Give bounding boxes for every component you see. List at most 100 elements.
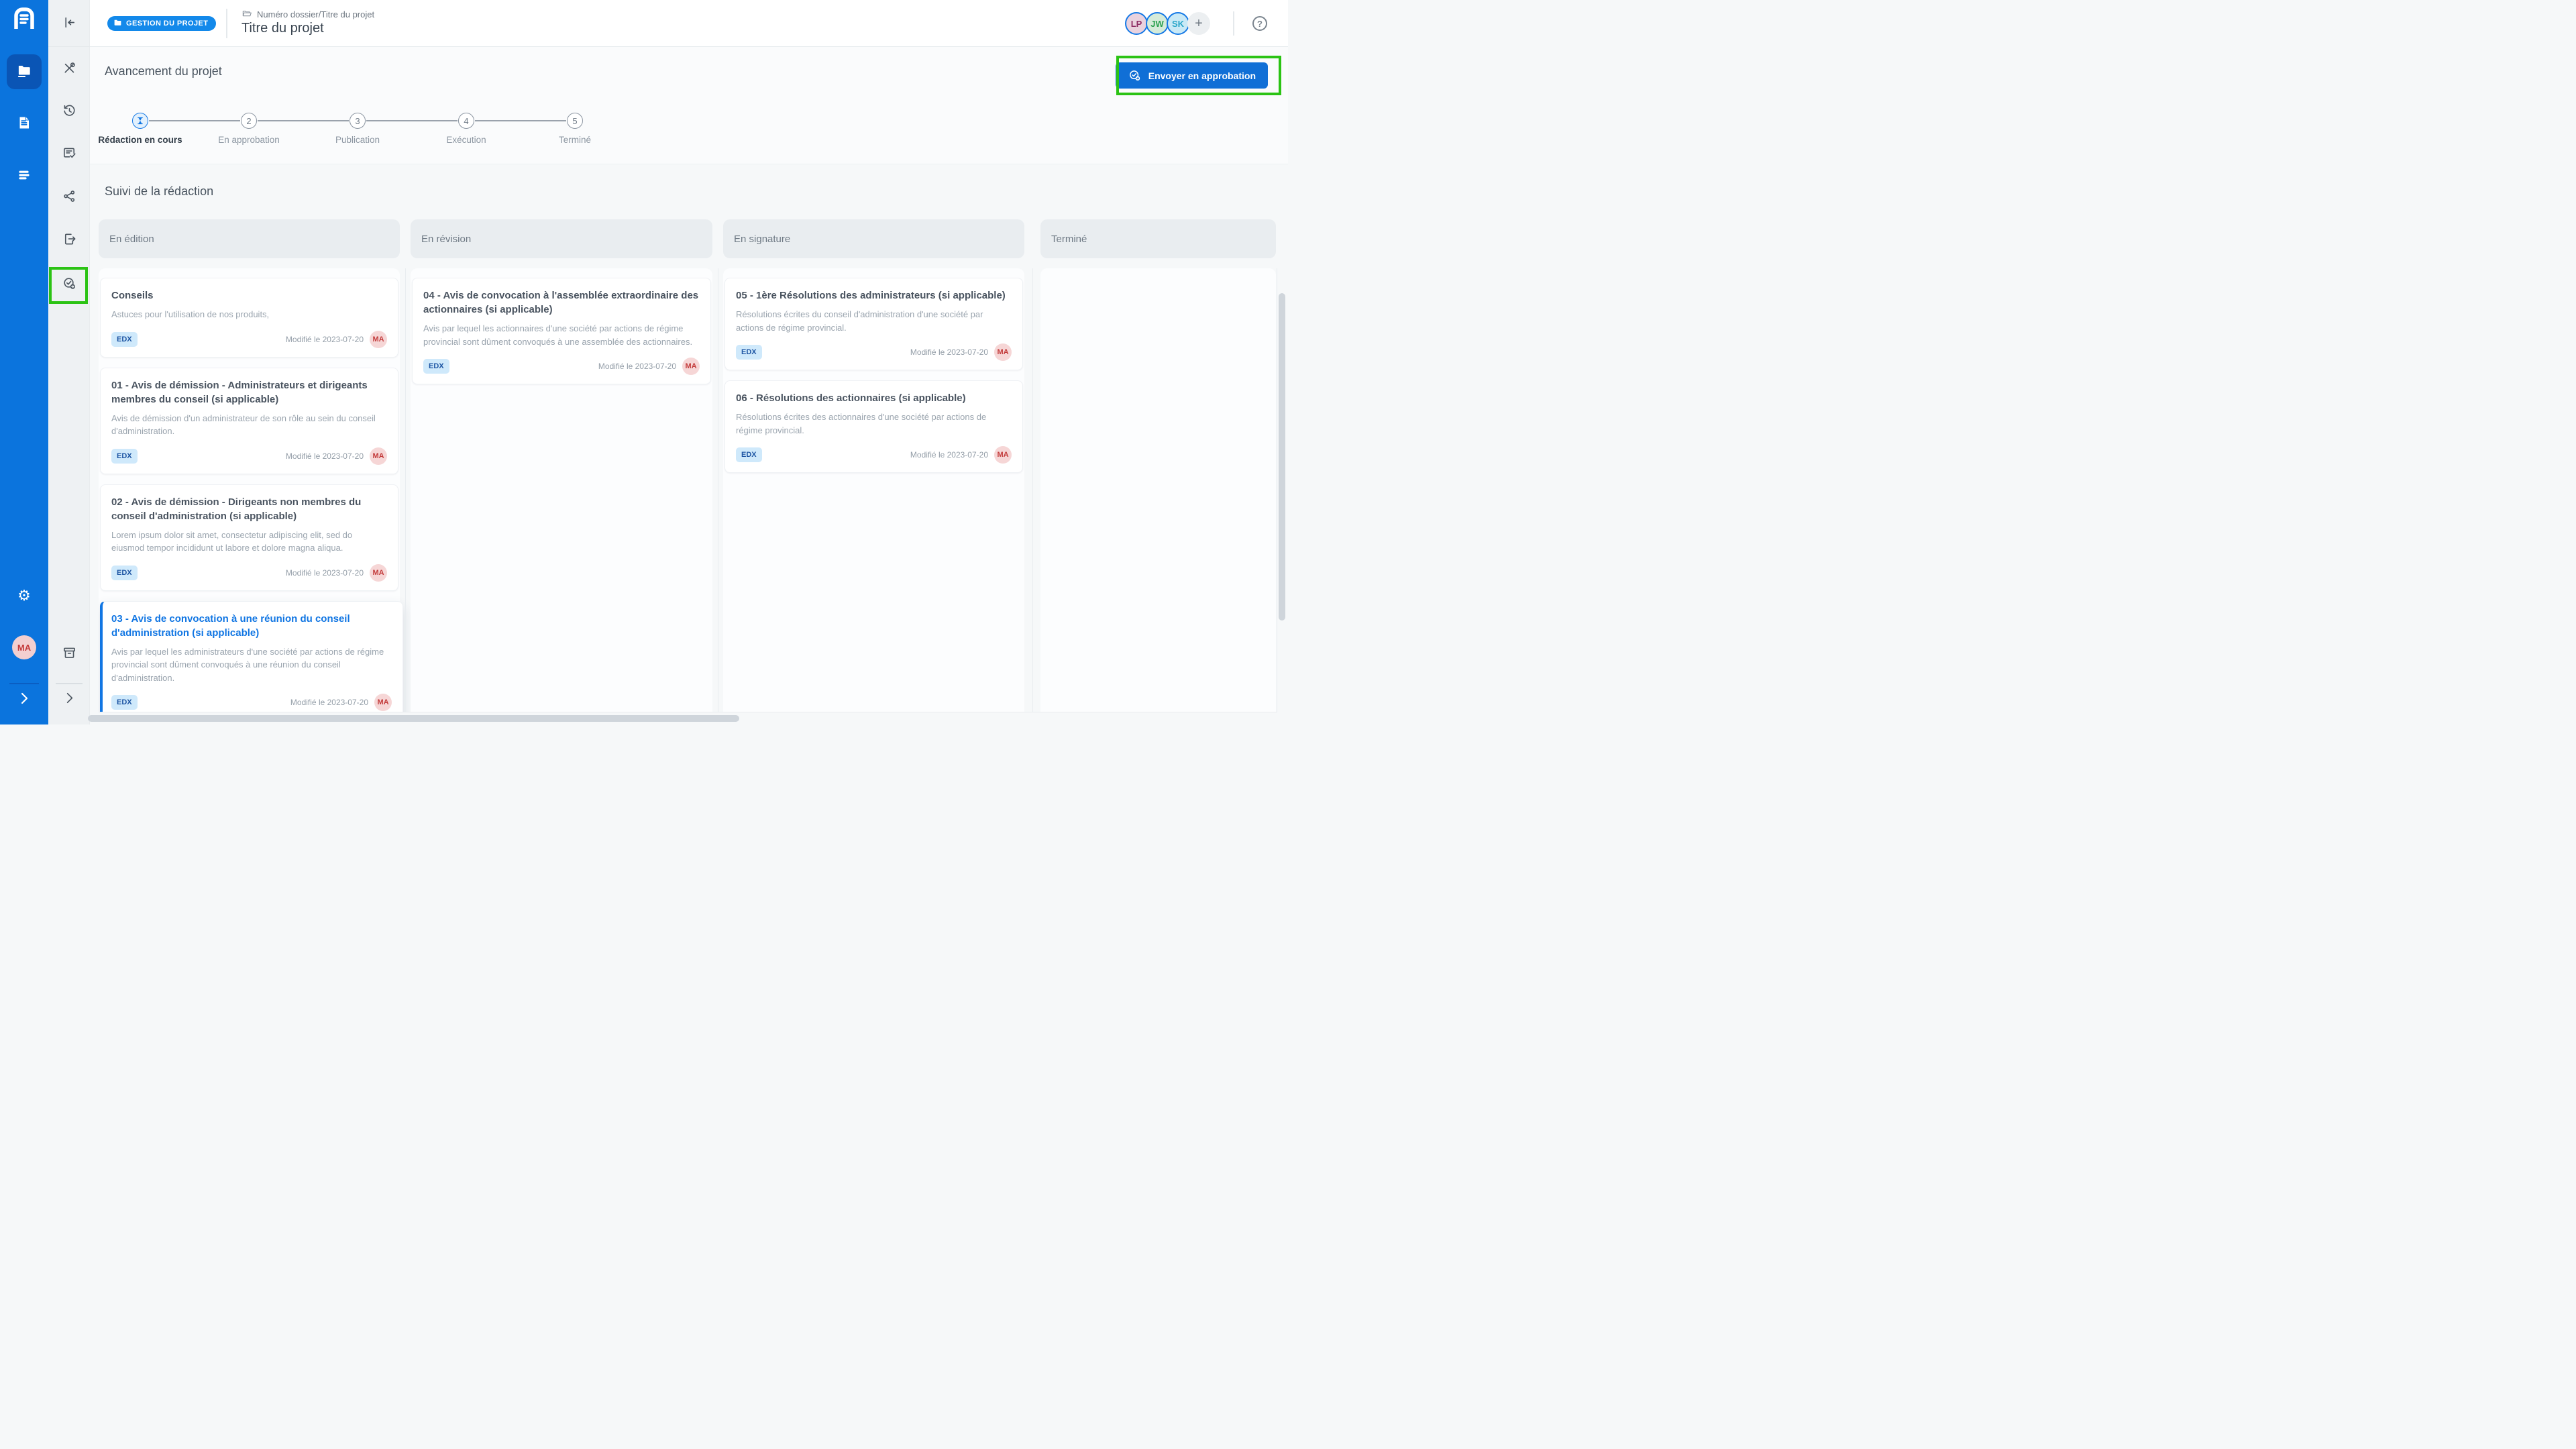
card-description: Avis par lequel les actionnaires d'une s… [423, 322, 700, 348]
avatar-lp[interactable]: LP [1125, 12, 1148, 35]
breadcrumb[interactable]: Numéro dossier/Titre du projet [241, 8, 374, 21]
folder-icon [113, 18, 122, 29]
card-owner-avatar[interactable]: MA [994, 446, 1012, 464]
card-meta: Modifié le 2023-07-20MA [286, 447, 387, 465]
project-tag-badge[interactable]: GESTION DU PROJET [107, 16, 216, 31]
kanban-column-2: En révision 04 - Avis de convocation à l'… [411, 219, 712, 712]
page-title: Titre du projet [241, 21, 324, 36]
export-icon [62, 231, 77, 250]
sidebar-item-projects-active[interactable] [7, 54, 42, 89]
tools-button[interactable] [48, 55, 90, 85]
column-header: En révision [411, 219, 712, 258]
share-icon [62, 189, 77, 207]
sidebar-item-settings[interactable]: ⚙ [0, 581, 48, 610]
share-button[interactable] [48, 183, 90, 213]
column-header: En signature [723, 219, 1024, 258]
export-button[interactable] [48, 226, 90, 256]
progress-step-2[interactable]: 2En approbation [195, 113, 303, 145]
card-description: Résolutions écrites du conseil d'adminis… [736, 308, 1012, 334]
column-body: ConseilsAstuces pour l'utilisation de no… [99, 268, 400, 712]
header-separator [226, 9, 227, 38]
card-description: Lorem ipsum dolor sit amet, consectetur … [111, 529, 387, 555]
document-card[interactable]: 01 - Avis de démission - Administrateurs… [100, 368, 398, 474]
progress-step-4[interactable]: 4Exécution [412, 113, 521, 145]
card-owner-avatar[interactable]: MA [370, 331, 387, 348]
avatar-sk[interactable]: SK [1167, 12, 1189, 35]
step-number: 3 [350, 113, 366, 129]
history-button[interactable] [48, 98, 90, 127]
app-logo[interactable] [11, 5, 38, 32]
card-tag-badge: EDX [111, 449, 138, 464]
help-button[interactable]: ? [1252, 16, 1267, 31]
secondary-sidebar-divider [56, 683, 83, 684]
header-separator [1233, 11, 1234, 36]
card-modified-date: Modifié le 2023-07-20 [910, 450, 988, 460]
step-number: 5 [567, 113, 583, 129]
card-owner-avatar[interactable]: MA [370, 564, 387, 582]
card-title: 04 - Avis de convocation à l'assemblée e… [423, 288, 700, 317]
progress-step-3[interactable]: 3Publication [303, 113, 412, 145]
gear-icon: ⚙ [17, 588, 31, 603]
add-collaborator-button[interactable]: + [1187, 12, 1210, 35]
card-owner-avatar[interactable]: MA [682, 358, 700, 375]
card-owner-avatar[interactable]: MA [994, 343, 1012, 361]
vertical-scrollbar[interactable] [1279, 293, 1285, 621]
archive-icon [62, 645, 77, 664]
avatar-jw[interactable]: JW [1146, 12, 1169, 35]
sidebar-divider [9, 683, 39, 684]
document-card[interactable]: 02 - Avis de démission - Dirigeants non … [100, 484, 398, 591]
card-title: 06 - Résolutions des actionnaires (si ap… [736, 391, 1012, 405]
card-description: Avis par lequel les administrateurs d'un… [111, 645, 392, 685]
user-avatar[interactable]: MA [12, 635, 36, 659]
secondary-sidebar [48, 0, 90, 724]
collaborator-avatars: LPJWSK+ [1127, 12, 1210, 35]
document-card[interactable]: ConseilsAstuces pour l'utilisation de no… [100, 278, 398, 358]
card-tag-badge: EDX [111, 332, 138, 347]
column-header: Terminé [1040, 219, 1276, 258]
project-progress-section: Avancement du projet Envoyer en approbat… [90, 47, 1288, 164]
column-divider [405, 268, 406, 712]
list-icon [16, 167, 32, 186]
card-tag-badge: EDX [736, 447, 762, 462]
card-meta: Modifié le 2023-07-20MA [286, 331, 387, 348]
folder-open-icon [241, 8, 252, 21]
document-card[interactable]: 05 - 1ère Résolutions des administrateur… [724, 278, 1023, 370]
card-owner-avatar[interactable]: MA [370, 447, 387, 465]
card-modified-date: Modifié le 2023-07-20 [910, 347, 988, 357]
card-modified-date: Modifié le 2023-07-20 [598, 362, 676, 371]
card-tag-badge: EDX [423, 359, 449, 374]
tools-icon [62, 60, 77, 79]
card-footer: EDXModifié le 2023-07-20MA [736, 343, 1012, 361]
card-meta: Modifié le 2023-07-20 MA [910, 343, 1012, 361]
send-approval-shortcut-button[interactable] [48, 270, 90, 300]
card-footer: EDX Modifié le 2023-07-20 MA [736, 446, 1012, 464]
collapse-sidebar-button[interactable] [48, 9, 90, 39]
sidebar-item-documents[interactable] [0, 109, 48, 139]
card-tag-badge: EDX [111, 566, 138, 580]
card-description: Astuces pour l'utilisation de nos produi… [111, 308, 387, 321]
expand-secondary-rail-button[interactable] [48, 685, 90, 714]
progress-step-5[interactable]: 5Terminé [521, 113, 629, 145]
document-card[interactable]: 03 - Avis de convocation à une réunion d… [100, 601, 403, 713]
project-tag-label: GESTION DU PROJET [126, 19, 208, 28]
archive-button[interactable] [48, 640, 90, 669]
folder-icon [15, 62, 33, 83]
card-owner-avatar[interactable]: MA [374, 694, 392, 711]
document-card[interactable]: 04 - Avis de convocation à l'assemblée e… [412, 278, 711, 384]
horizontal-scrollbar[interactable] [88, 715, 739, 722]
card-meta: Modifié le 2023-07-20MA [290, 694, 392, 711]
history-icon [62, 103, 77, 122]
card-meta: Modifié le 2023-07-20 MA [910, 446, 1012, 464]
card-title: 03 - Avis de convocation à une réunion d… [111, 612, 392, 640]
review-notes-button[interactable] [48, 140, 90, 170]
document-card[interactable]: 06 - Résolutions des actionnaires (si ap… [724, 380, 1023, 473]
breadcrumb-text: Numéro dossier/Titre du projet [257, 9, 374, 19]
sidebar-item-lists[interactable] [0, 162, 48, 191]
progress-step-1[interactable]: Rédaction en cours [86, 113, 195, 145]
step-label: En approbation [195, 135, 303, 145]
expand-primary-rail-button[interactable] [0, 685, 48, 714]
progress-stepper: Rédaction en cours2En approbation3Public… [90, 47, 1288, 164]
card-description: Avis de démission d'un administrateur de… [111, 412, 387, 438]
column-divider [1032, 268, 1033, 712]
card-meta: Modifié le 2023-07-20MA [286, 564, 387, 582]
